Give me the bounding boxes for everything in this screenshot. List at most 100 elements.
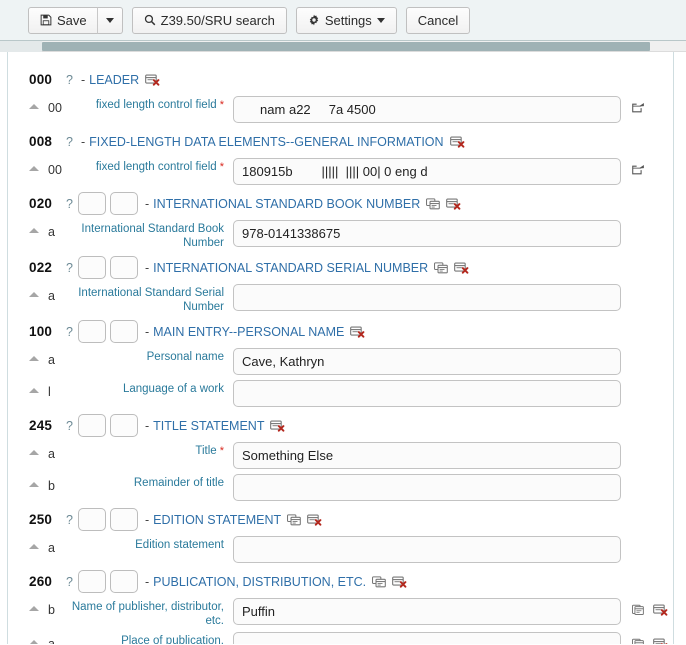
subfield-input-100-a[interactable]: [233, 348, 621, 375]
field-name-leader[interactable]: LEADER: [89, 73, 139, 87]
field-name-international-standard-book-number[interactable]: INTERNATIONAL STANDARD BOOK NUMBER: [153, 197, 420, 211]
delete-field-icon[interactable]: [446, 198, 461, 210]
cancel-button[interactable]: Cancel: [405, 6, 471, 34]
indicator1-input[interactable]: [77, 192, 106, 215]
field-help-link[interactable]: ?: [66, 261, 73, 275]
field-help-link[interactable]: ?: [66, 135, 73, 149]
field-help-link[interactable]: ?: [66, 575, 73, 589]
subfield-label-place-of-publication-distribution-etc[interactable]: Place of publication, distribution, etc.: [68, 635, 233, 644]
subfield-label-personal-name[interactable]: Personal name: [68, 351, 233, 365]
field-name-fixed-length-data-elements-general-information[interactable]: FIXED-LENGTH DATA ELEMENTS--GENERAL INFO…: [89, 135, 443, 149]
indicator2-input[interactable]: [109, 414, 138, 437]
caret-down-icon: [376, 17, 385, 23]
delete-field-icon[interactable]: [307, 514, 322, 526]
delete-field-icon[interactable]: [449, 136, 465, 148]
indicator1-input[interactable]: [77, 508, 106, 531]
subfield-input-022-a[interactable]: [233, 284, 621, 311]
subfield-tools: [632, 164, 645, 176]
marc-editor-panel: 000? - LEADER 00 fixed length control field …: [7, 52, 674, 644]
subfield-label-name-of-publisher-distributor-etc[interactable]: Name of publisher, distributor, etc.: [68, 601, 233, 628]
subfield-label-fixed-length-control-field[interactable]: fixed length control field *: [68, 161, 233, 175]
field-name-title-statement[interactable]: TITLE STATEMENT: [153, 419, 264, 433]
indicator1-input[interactable]: [77, 570, 106, 593]
subfield-input-245-a[interactable]: [233, 442, 621, 469]
collapse-triangle-icon[interactable]: [29, 640, 39, 644]
field-name-edition-statement[interactable]: EDITION STATEMENT: [153, 513, 281, 527]
z3950-sru-search-button[interactable]: Z39.50/SRU search: [131, 6, 287, 34]
collapse-triangle-icon[interactable]: [29, 356, 39, 361]
subfield-input-100-l[interactable]: [233, 380, 621, 407]
subfield-code: a: [48, 541, 55, 555]
indicator2-input[interactable]: [109, 508, 138, 531]
delete-field-icon[interactable]: [350, 326, 365, 338]
subfield-label-fixed-length-control-field[interactable]: fixed length control field *: [68, 99, 233, 113]
subfield-label-text: International Standard Serial Number: [78, 287, 224, 313]
subfield-input-008-00[interactable]: [233, 158, 621, 185]
collapse-triangle-icon[interactable]: [29, 544, 39, 549]
indicator2-input[interactable]: [109, 320, 138, 343]
field-tag: 260: [29, 574, 53, 589]
indicator2-input[interactable]: [109, 256, 138, 279]
delete-subfield-icon[interactable]: [653, 638, 668, 644]
collapse-triangle-icon[interactable]: [29, 450, 39, 455]
clone-field-icon[interactable]: [426, 197, 441, 210]
subfield-input-260-a[interactable]: [233, 632, 621, 644]
indicator1-input[interactable]: [77, 320, 106, 343]
field-help-link[interactable]: ?: [66, 419, 73, 433]
delete-subfield-icon[interactable]: [653, 604, 668, 616]
collapse-triangle-icon[interactable]: [29, 228, 39, 233]
subfield-label-language-of-a-work[interactable]: Language of a work: [68, 383, 233, 397]
save-dropdown-button[interactable]: [96, 6, 123, 34]
collapse-triangle-icon[interactable]: [29, 388, 39, 393]
collapse-triangle-icon[interactable]: [29, 482, 39, 487]
field-help-link[interactable]: ?: [66, 513, 73, 527]
collapse-triangle-icon[interactable]: [29, 292, 39, 297]
field-help-link[interactable]: ?: [66, 197, 73, 211]
floppy-disk-icon: [40, 14, 52, 26]
subfield-label-title[interactable]: Title *: [68, 445, 233, 459]
indicator1-input[interactable]: [77, 414, 106, 437]
subfield-label-remainder-of-title[interactable]: Remainder of title: [68, 477, 233, 491]
subfield-input-260-b[interactable]: [233, 598, 621, 625]
clone-subfield-icon[interactable]: [632, 638, 645, 644]
field-tools: [449, 136, 465, 148]
delete-field-icon[interactable]: [392, 576, 407, 588]
collapse-triangle-icon[interactable]: [29, 104, 39, 109]
subfield-input-245-b[interactable]: [233, 474, 621, 501]
scrollbar-thumb[interactable]: [42, 42, 650, 51]
horizontal-scrollbar[interactable]: [0, 41, 686, 52]
clone-subfield-icon[interactable]: [632, 604, 645, 616]
delete-field-icon[interactable]: [270, 420, 285, 432]
field-name-international-standard-serial-number[interactable]: INTERNATIONAL STANDARD SERIAL NUMBER: [153, 261, 428, 275]
field-tag: 008: [29, 134, 53, 149]
field-name-main-entry-personal-name[interactable]: MAIN ENTRY--PERSONAL NAME: [153, 325, 344, 339]
collapse-triangle-icon[interactable]: [29, 606, 39, 611]
field-header-000: 000? - LEADER: [8, 67, 673, 92]
subfield-label-text: fixed length control field: [95, 161, 217, 173]
clone-field-icon[interactable]: [372, 575, 386, 588]
subfield-label-international-standard-book-number[interactable]: International Standard Book Number: [68, 223, 233, 250]
field-dash: -: [144, 418, 150, 433]
indicator2-input[interactable]: [109, 192, 138, 215]
popup-edit-icon[interactable]: [632, 102, 645, 114]
clone-field-icon[interactable]: [434, 261, 448, 274]
delete-field-icon[interactable]: [454, 262, 469, 274]
clone-field-icon[interactable]: [287, 513, 301, 526]
subfield-input-020-a[interactable]: [233, 220, 621, 247]
save-button[interactable]: Save: [28, 6, 98, 34]
settings-button[interactable]: Settings: [295, 6, 397, 34]
subfield-code: 00: [48, 101, 62, 115]
subfield-label-edition-statement[interactable]: Edition statement: [68, 539, 233, 553]
delete-field-icon[interactable]: [145, 74, 160, 86]
popup-edit-icon[interactable]: [632, 164, 645, 176]
indicator1-input[interactable]: [77, 256, 106, 279]
subfield-label-international-standard-serial-number[interactable]: International Standard Serial Number: [68, 287, 233, 314]
subfield-tools: [632, 604, 668, 616]
indicator2-input[interactable]: [109, 570, 138, 593]
subfield-input-250-a[interactable]: [233, 536, 621, 563]
collapse-triangle-icon[interactable]: [29, 166, 39, 171]
field-help-link[interactable]: ?: [66, 73, 73, 87]
field-help-link[interactable]: ?: [66, 325, 73, 339]
field-name-publication-distribution-etc[interactable]: PUBLICATION, DISTRIBUTION, ETC.: [153, 575, 366, 589]
subfield-input-000-00[interactable]: [233, 96, 621, 123]
